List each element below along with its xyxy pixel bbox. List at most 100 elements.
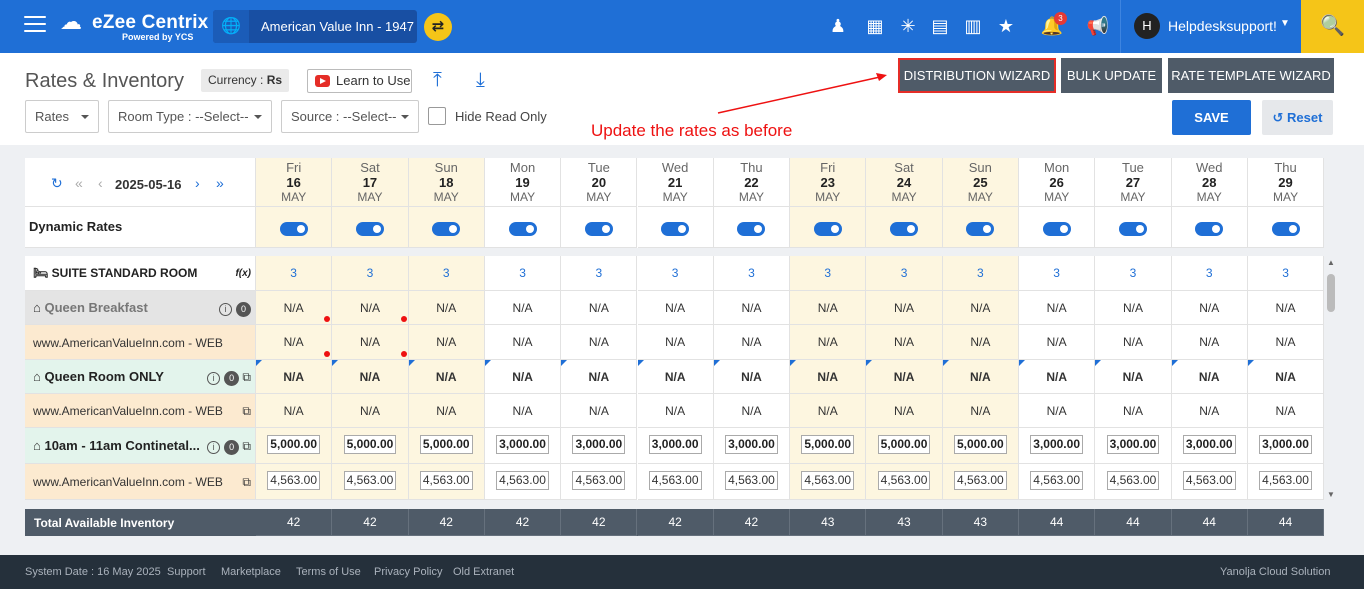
user-name[interactable]: Helpdesksupport! <box>1168 18 1277 34</box>
double-chevron-right-icon[interactable]: » <box>216 175 224 191</box>
rate-cell[interactable]: N/A <box>256 394 333 428</box>
rate-cell[interactable]: 4,563.00 <box>866 464 943 500</box>
rate-cell[interactable]: N/A <box>637 325 714 360</box>
rate-input[interactable]: 4,563.00 <box>725 471 778 490</box>
rate-cell[interactable]: 4,563.00 <box>1247 464 1324 500</box>
copy-icon[interactable]: ⧉ <box>242 404 251 418</box>
double-chevron-left-icon[interactable]: « <box>75 175 83 191</box>
rate-cell[interactable]: N/A <box>1095 360 1172 394</box>
rate-cell[interactable]: 3,000.00 <box>637 428 714 464</box>
room-inventory-cell[interactable]: 3 <box>332 256 409 291</box>
dynamic-rate-toggle[interactable] <box>966 222 995 236</box>
rate-cell[interactable]: 3,000.00 <box>1095 428 1172 464</box>
room-inventory-cell[interactable]: 3 <box>408 256 485 291</box>
rate-cell[interactable]: N/A <box>1095 325 1172 360</box>
rate-cell[interactable]: N/A <box>1171 360 1248 394</box>
room-inventory-cell[interactable]: 3 <box>1171 256 1248 291</box>
chevron-down-icon[interactable]: ▼ <box>1280 18 1290 29</box>
rate-cell[interactable]: N/A <box>866 360 943 394</box>
avatar[interactable]: H <box>1134 13 1160 39</box>
rate-cell[interactable]: 3,000.00 <box>1247 428 1324 464</box>
rate-cell[interactable]: 4,563.00 <box>408 464 485 500</box>
rate-cell[interactable]: N/A <box>1171 325 1248 360</box>
rate-input[interactable]: 4,563.00 <box>343 471 397 490</box>
rate-cell[interactable]: N/A <box>790 291 867 325</box>
rate-cell[interactable]: N/A <box>1019 360 1096 394</box>
rate-input[interactable]: 3,000.00 <box>496 435 549 454</box>
dynamic-rate-toggle[interactable] <box>1118 222 1147 236</box>
rate-cell[interactable]: N/A <box>561 394 638 428</box>
dynamic-rate-toggle[interactable] <box>432 222 461 236</box>
rate-cell[interactable]: 3,000.00 <box>1171 428 1248 464</box>
info-icon[interactable]: i <box>219 303 232 316</box>
rate-cell[interactable]: N/A <box>1247 325 1324 360</box>
rate-cell[interactable]: N/A <box>1247 360 1324 394</box>
rate-input[interactable]: 4,563.00 <box>877 471 931 490</box>
upload-icon[interactable]: ⤒ <box>433 69 442 92</box>
rate-input[interactable]: 5,000.00 <box>267 435 320 454</box>
rate-cell[interactable]: N/A <box>713 325 791 360</box>
rate-cell[interactable]: N/A <box>408 291 485 325</box>
hide-read-only-checkbox[interactable] <box>428 107 446 125</box>
rate-input[interactable]: 3,000.00 <box>1182 435 1236 454</box>
info-icon[interactable]: i <box>207 372 221 385</box>
rate-cell[interactable]: N/A <box>637 291 714 325</box>
rate-cell[interactable]: 5,000.00 <box>866 428 943 464</box>
dynamic-rate-toggle[interactable] <box>1271 222 1300 236</box>
room-inventory-cell[interactable]: 3 <box>561 256 638 291</box>
dynamic-rate-toggle[interactable] <box>1195 222 1224 236</box>
dynamic-rate-toggle[interactable] <box>279 222 308 236</box>
reset-button[interactable]: ↺ Reset <box>1262 100 1333 135</box>
rate-cell[interactable]: N/A <box>1171 291 1248 325</box>
rate-cell[interactable]: 5,000.00 <box>942 428 1019 464</box>
rate-cell[interactable]: N/A <box>561 325 638 360</box>
rate-cell[interactable]: 4,563.00 <box>713 464 791 500</box>
chevron-left-icon[interactable]: ‹ <box>98 175 103 191</box>
scroll-up-icon[interactable]: ▲ <box>1327 258 1335 267</box>
copy-icon[interactable]: ⧉ <box>242 475 251 489</box>
rate-cell[interactable]: N/A <box>408 325 485 360</box>
rate-cell[interactable]: N/A <box>256 291 333 325</box>
app-logo[interactable]: ☁ eZee Centrix Powered by YCS <box>60 9 210 45</box>
rate-cell[interactable]: N/A <box>408 394 485 428</box>
rate-cell[interactable]: 4,563.00 <box>1095 464 1172 500</box>
rate-cell[interactable]: N/A <box>332 360 409 394</box>
rate-cell[interactable]: N/A <box>1019 291 1096 325</box>
rate-cell[interactable]: 5,000.00 <box>408 428 485 464</box>
rate-input[interactable]: 3,000.00 <box>572 435 626 454</box>
rate-input[interactable]: 5,000.00 <box>419 435 473 454</box>
rate-cell[interactable]: N/A <box>1247 291 1324 325</box>
room-inventory-cell[interactable]: 3 <box>713 256 791 291</box>
rate-input[interactable]: 5,000.00 <box>877 435 931 454</box>
dynamic-rate-toggle[interactable] <box>737 222 766 236</box>
rate-input[interactable]: 4,563.00 <box>1030 471 1083 490</box>
room-type-select[interactable]: Room Type : --Select-- <box>108 100 272 133</box>
menu-icon[interactable] <box>24 16 46 34</box>
dynamic-rate-toggle[interactable] <box>508 222 537 236</box>
room-inventory-cell[interactable]: 3 <box>637 256 714 291</box>
rate-cell[interactable]: N/A <box>332 291 409 325</box>
scroll-thumb[interactable] <box>1327 274 1335 312</box>
rate-cell[interactable]: 4,563.00 <box>942 464 1019 500</box>
rate-cell[interactable]: N/A <box>790 325 867 360</box>
rate-cell[interactable]: 5,000.00 <box>790 428 867 464</box>
rate-cell[interactable]: N/A <box>561 291 638 325</box>
room-inventory-cell[interactable]: 3 <box>790 256 867 291</box>
rate-input[interactable]: 4,563.00 <box>496 471 549 490</box>
rate-cell[interactable]: N/A <box>790 394 867 428</box>
refresh-icon[interactable]: ↻ <box>51 175 63 192</box>
rate-input[interactable]: 4,563.00 <box>572 471 626 490</box>
rate-cell[interactable]: 3,000.00 <box>713 428 791 464</box>
rate-cell[interactable]: N/A <box>713 394 791 428</box>
rate-cell[interactable]: 4,563.00 <box>332 464 409 500</box>
rate-cell[interactable]: N/A <box>1095 291 1172 325</box>
rate-cell[interactable]: 5,000.00 <box>332 428 409 464</box>
rate-cell[interactable]: N/A <box>1019 394 1096 428</box>
rate-cell[interactable]: 5,000.00 <box>256 428 333 464</box>
rate-input[interactable]: 5,000.00 <box>343 435 397 454</box>
search-icon[interactable]: 🔍 <box>1301 0 1364 53</box>
copy-icon[interactable]: ⧉ <box>239 439 251 453</box>
bulk-update-button[interactable]: BULK UPDATE <box>1061 58 1162 93</box>
clipboard-icon[interactable]: ▤ <box>928 14 952 38</box>
chart-icon[interactable]: ▥ <box>961 14 985 38</box>
